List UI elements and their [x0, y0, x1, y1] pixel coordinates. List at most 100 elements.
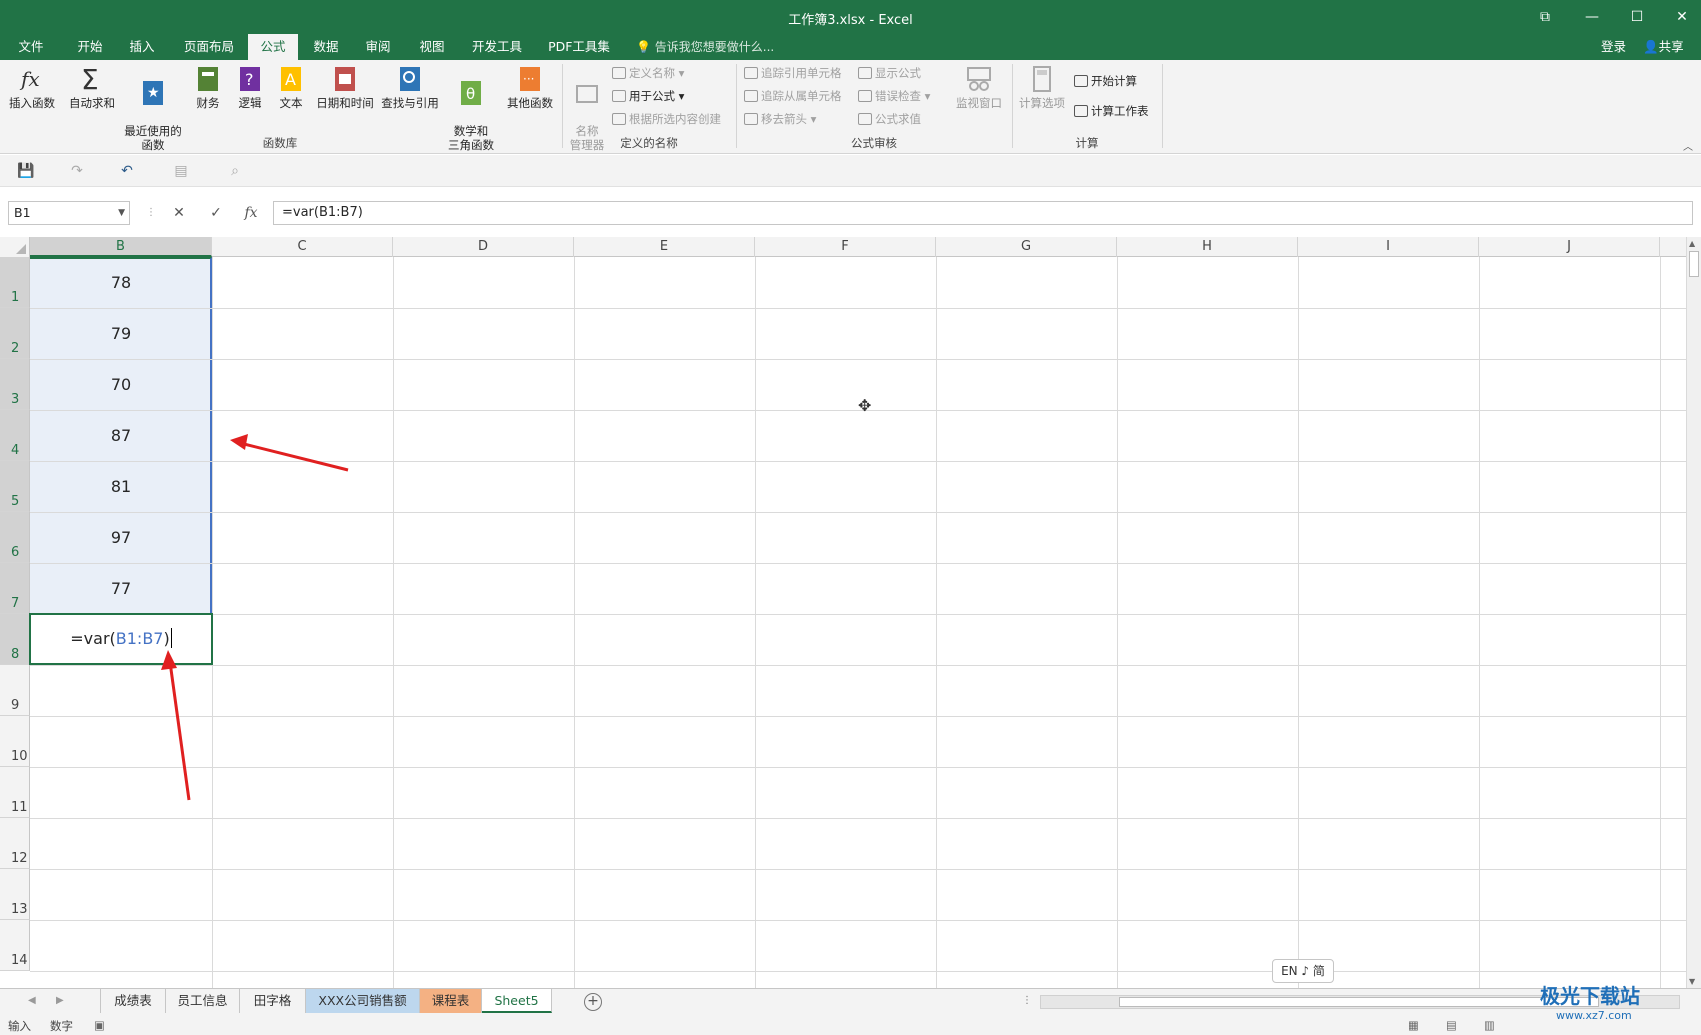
annotation-arrows [161, 434, 349, 801]
enter-check-icon[interactable]: ✓ [205, 202, 227, 224]
date-time-button[interactable]: 日期和时间 [312, 64, 378, 110]
tab-insert[interactable]: 插入 [118, 34, 166, 60]
calculate-now-icon [1074, 75, 1088, 87]
login-link[interactable]: 登录 [1601, 34, 1626, 60]
define-name-button[interactable]: 定义名称 ▾ [612, 64, 684, 82]
window-title: 工作簿3.xlsx - Excel [788, 13, 913, 28]
financial-book-icon [198, 67, 218, 91]
calculation-options-button[interactable]: 计算选项 [1016, 64, 1068, 110]
title-bar: 工作簿3.xlsx - Excel ⧉ — ☐ ✕ [0, 0, 1701, 34]
scroll-thumb[interactable] [1689, 251, 1699, 277]
name-box[interactable]: B1 ▼ [8, 201, 130, 225]
sheet-tab-1[interactable]: 成绩表 [100, 989, 166, 1013]
calculator-icon [1033, 66, 1051, 92]
ribbon-display-icon[interactable]: ⧉ [1525, 6, 1565, 28]
group-label-function-library: 函数库 [262, 136, 298, 150]
lookup-reference-button[interactable]: 查找与引用 [378, 64, 442, 110]
sheet-tab-2[interactable]: 员工信息 [166, 989, 240, 1013]
more-functions-button[interactable]: ··· 其他函数 [504, 64, 556, 110]
ribbon-separator [562, 64, 563, 148]
redo-icon[interactable]: ↷ [68, 163, 86, 179]
error-check-icon [858, 90, 872, 102]
group-label-formula-auditing: 公式审核 [851, 136, 897, 150]
share-button[interactable]: 👤共享 [1643, 34, 1684, 60]
insert-function-button[interactable]: fx 插入函数 [6, 64, 58, 110]
chevron-down-icon[interactable]: ▼ [118, 202, 125, 224]
tag-icon [612, 67, 626, 79]
scroll-down-icon[interactable]: ▼ [1689, 977, 1695, 986]
tab-pdf-tools[interactable]: PDF工具集 [540, 34, 618, 60]
cancel-icon[interactable]: ✕ [168, 202, 190, 224]
sheet-tab-bar: ◀ ▶ 成绩表 员工信息 田字格 XXX公司销售额 课程表 Sheet5 + ⋮ [0, 988, 1701, 1016]
tab-formulas[interactable]: 公式 [248, 34, 298, 60]
sigma-icon: Σ [81, 64, 99, 94]
svg-text:···: ··· [523, 72, 534, 86]
more-book-icon: ··· [520, 67, 540, 91]
remove-arrows-icon [744, 113, 758, 125]
svg-text:A: A [285, 70, 296, 89]
print-preview-icon[interactable]: ▤ [172, 163, 190, 179]
minimize-button[interactable]: — [1572, 6, 1612, 28]
table-icon [612, 113, 626, 125]
tab-home[interactable]: 开始 [66, 34, 114, 60]
trace-dependents-button[interactable]: 追踪从属单元格 [744, 87, 842, 105]
worksheet-grid[interactable]: B C D E F G H I J 1 2 3 4 5 6 7 8 9 10 1… [0, 237, 1686, 988]
svg-text:θ: θ [466, 85, 475, 103]
tab-review[interactable]: 审阅 [354, 34, 402, 60]
svg-text:fx: fx [19, 67, 40, 91]
sheet-tab-6[interactable]: Sheet5 [482, 989, 552, 1013]
trace-precedents-button[interactable]: 追踪引用单元格 [744, 64, 842, 82]
horizontal-scroll-thumb[interactable] [1119, 997, 1599, 1007]
sheet-tab-3[interactable]: 田字格 [240, 989, 306, 1013]
autosum-button[interactable]: Σ 自动求和 [66, 64, 118, 110]
maximize-button[interactable]: ☐ [1617, 6, 1657, 28]
tab-developer[interactable]: 开发工具 [464, 34, 530, 60]
vertical-scrollbar[interactable]: ▲ ▼ [1686, 237, 1701, 988]
ime-indicator[interactable]: EN ♪ 简 [1272, 959, 1334, 983]
collapse-ribbon-icon[interactable]: ︿ [1683, 138, 1693, 153]
logical-button[interactable]: ? 逻辑 [232, 64, 268, 110]
remove-arrows-button[interactable]: 移去箭头 ▾ [744, 110, 816, 128]
calculate-sheet-button[interactable]: 计算工作表 [1074, 102, 1149, 120]
next-sheet-icon[interactable]: ▶ [56, 995, 64, 1006]
lightbulb-icon: 💡 [636, 40, 651, 54]
sheet-tab-4[interactable]: XXX公司销售额 [306, 989, 420, 1013]
save-icon[interactable]: 💾 [17, 163, 35, 179]
name-manager-icon [576, 85, 598, 103]
evaluate-formula-button[interactable]: 公式求值 [858, 110, 921, 128]
scroll-up-icon[interactable]: ▲ [1689, 239, 1695, 248]
calculate-now-button[interactable]: 开始计算 [1074, 72, 1137, 90]
tell-me-search[interactable]: 💡 告诉我您想要做什么... [636, 34, 774, 60]
ribbon-separator [1162, 64, 1163, 148]
page-break-view-icon[interactable]: ▥ [1484, 1018, 1495, 1032]
status-mode: 输入 [8, 1019, 31, 1033]
tab-view[interactable]: 视图 [408, 34, 456, 60]
sheet-tab-5[interactable]: 课程表 [420, 989, 482, 1013]
undo-icon[interactable]: ↶ [118, 163, 136, 179]
add-sheet-icon[interactable]: + [584, 993, 602, 1011]
trace-dependents-icon [744, 90, 758, 102]
star-book-icon: ★ [143, 81, 163, 105]
more-options-icon[interactable]: ⋮ [140, 202, 162, 224]
text-button[interactable]: A 文本 [274, 64, 308, 110]
insert-function-icon[interactable]: fx [240, 202, 262, 224]
create-from-selection-button[interactable]: 根据所选内容创建 [612, 110, 721, 128]
tab-page-layout[interactable]: 页面布局 [174, 34, 244, 60]
financial-button[interactable]: 财务 [190, 64, 226, 110]
error-checking-button[interactable]: 错误检查 ▾ [858, 87, 930, 105]
normal-view-icon[interactable]: ▦ [1408, 1018, 1419, 1032]
macro-record-icon[interactable]: ▣ [94, 1018, 105, 1032]
search-book-icon [400, 67, 420, 91]
show-formulas-button[interactable]: 显示公式 [858, 64, 921, 82]
user-icon: 👤 [1643, 39, 1659, 54]
tab-split-handle-icon[interactable]: ⋮ [1022, 995, 1032, 1006]
prev-sheet-icon[interactable]: ◀ [28, 995, 36, 1006]
close-button[interactable]: ✕ [1662, 6, 1701, 28]
zoom-preview-icon[interactable]: ⌕ [226, 163, 244, 179]
tab-file[interactable]: 文件 [8, 34, 54, 60]
watch-window-button[interactable]: 监视窗口 [952, 64, 1006, 110]
formula-input[interactable]: =var(B1:B7) [273, 201, 1693, 225]
tab-data[interactable]: 数据 [302, 34, 350, 60]
use-in-formula-button[interactable]: 用于公式 ▾ [612, 87, 684, 105]
page-layout-view-icon[interactable]: ▤ [1446, 1018, 1457, 1032]
